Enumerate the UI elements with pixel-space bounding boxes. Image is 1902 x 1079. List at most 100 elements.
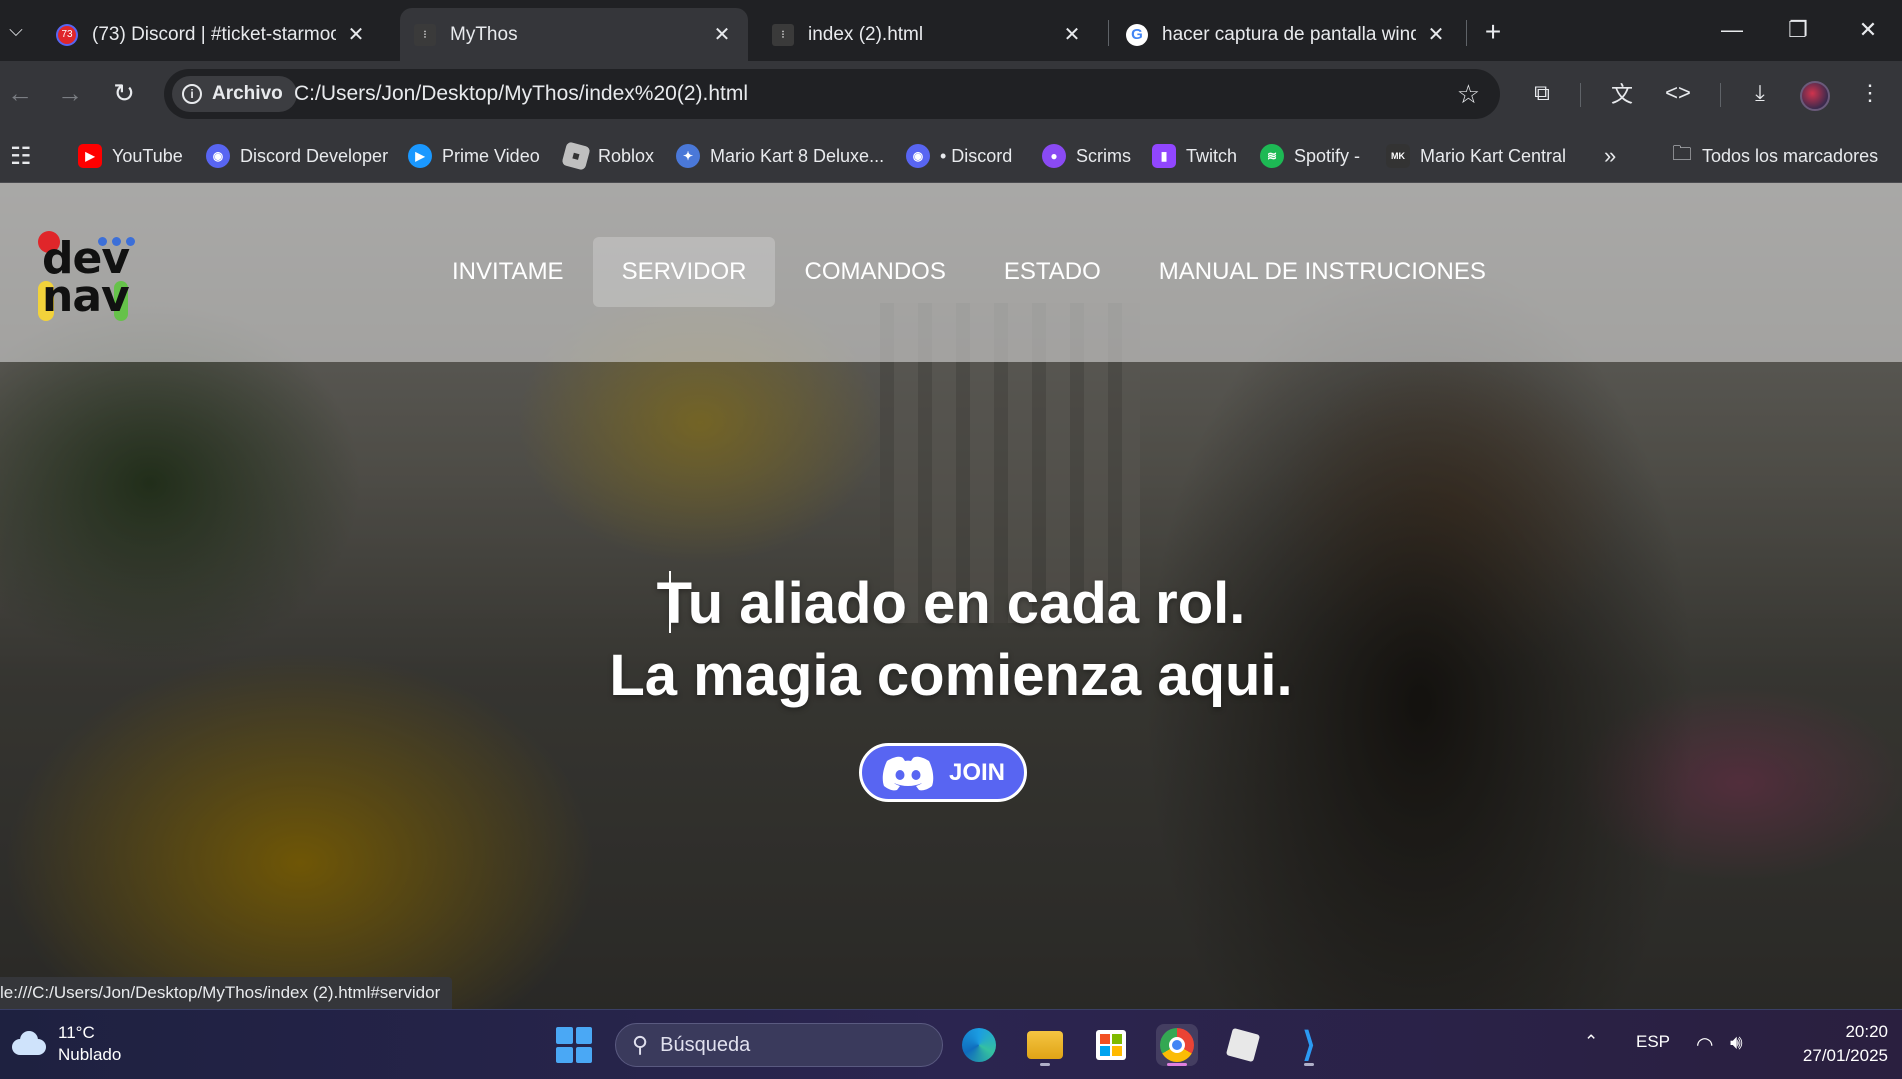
tab-index-html[interactable]: ⁝ index (2).html ✕ <box>758 8 1098 61</box>
more-bookmarks-chevron-icon[interactable]: » <box>1604 141 1616 171</box>
forward-icon[interactable]: → <box>50 73 90 113</box>
bookmark-scrims[interactable]: ● Scrims <box>1042 141 1131 171</box>
bookmark-label: Roblox <box>598 145 655 166</box>
tab-strip: ⌵ 73 (73) Discord | #ticket-starmooon ✕ … <box>0 0 1902 61</box>
discord-icon: ◉ <box>906 144 930 168</box>
link-status-bar: le:///C:/Users/Jon/Desktop/MyThos/index … <box>0 977 453 1009</box>
clock-date: 27/01/2025 <box>1802 1046 1888 1065</box>
windows-taskbar: 11°C Nublado ⚲ Búsqueda ⟩ ⌃ ESP ◠ 🔊︎ 20:… <box>0 1009 1902 1079</box>
bookmark-label: Spotify - <box>1294 145 1361 166</box>
bookmark-label: • Discord <box>940 145 1013 166</box>
nav-estado[interactable]: ESTADO <box>975 237 1130 307</box>
vscode-icon[interactable]: ⟩ <box>1288 1024 1330 1066</box>
mario-kart-icon: ✦ <box>676 144 700 168</box>
close-icon[interactable]: ✕ <box>344 22 368 47</box>
tab-separator <box>1108 20 1109 46</box>
bookmark-label: Twitch <box>1186 145 1238 166</box>
windows-start-icon[interactable] <box>556 1027 592 1063</box>
bookmark-discord-developer[interactable]: ◉ Discord Developer <box>206 141 388 171</box>
bookmark-youtube[interactable]: ▶ YouTube <box>78 141 183 171</box>
code-icon[interactable]: <> <box>1660 75 1696 111</box>
roblox-studio-icon[interactable] <box>1222 1024 1264 1066</box>
browser-toolbar: ← → ↻ i Archivo C:/Users/Jon/Desktop/MyT… <box>0 61 1902 129</box>
clock-time: 20:20 <box>1845 1022 1888 1041</box>
menu-icon[interactable]: ⋮ <box>1852 75 1888 111</box>
bookmark-mario-kart-8[interactable]: ✦ Mario Kart 8 Deluxe... <box>676 141 884 171</box>
page-icon: ⁝ <box>772 23 794 46</box>
bookmark-label: Todos los marcadores <box>1702 145 1879 166</box>
translate-icon[interactable]: 文 <box>1604 75 1640 111</box>
nav-invitame[interactable]: INVITAME <box>423 237 593 307</box>
window-close-icon[interactable]: ✕ <box>1838 10 1898 50</box>
weather-condition: Nublado <box>58 1045 122 1064</box>
weather-widget[interactable]: 11°C Nublado <box>8 1022 121 1066</box>
address-bar[interactable]: i Archivo C:/Users/Jon/Desktop/MyThos/in… <box>164 69 1500 119</box>
join-discord-button[interactable]: JOIN <box>859 743 1027 802</box>
site-info-chip[interactable]: i Archivo <box>172 76 297 112</box>
discord-icon: 73 <box>56 23 78 46</box>
nav-comandos[interactable]: COMANDOS <box>775 237 974 307</box>
main-nav: INVITAME SERVIDOR COMANDOS ESTADO MANUAL… <box>423 237 1515 307</box>
bookmark-mario-kart-central[interactable]: MK Mario Kart Central <box>1386 141 1566 171</box>
bookmark-star-icon[interactable]: ☆ <box>1457 79 1480 110</box>
tab-google[interactable]: G hacer captura de pantalla windows ✕ <box>1112 8 1462 61</box>
tab-discord[interactable]: 73 (73) Discord | #ticket-starmooon ✕ <box>42 8 382 61</box>
language-indicator[interactable]: ESP <box>1636 1032 1670 1052</box>
taskbar-search[interactable]: ⚲ Búsqueda <box>615 1023 943 1067</box>
nav-servidor[interactable]: SERVIDOR <box>592 237 776 307</box>
spotify-icon: ≋ <box>1260 144 1284 168</box>
search-icon: ⚲ <box>632 1032 649 1057</box>
bookmark-label: Scrims <box>1076 145 1131 166</box>
chip-label: Archivo <box>212 83 283 104</box>
bookmark-label: Mario Kart 8 Deluxe... <box>710 145 885 166</box>
download-icon[interactable]: ⤓ <box>1742 75 1778 111</box>
bookmark-label: Mario Kart Central <box>1420 145 1567 166</box>
logo-text: nav <box>42 271 130 322</box>
close-icon[interactable]: ✕ <box>1060 22 1084 47</box>
bookmarks-bar: ☷ ▶ YouTube ◉ Discord Developer ▶ Prime … <box>0 129 1902 183</box>
bookmark-prime-video[interactable]: ▶ Prime Video <box>408 141 540 171</box>
close-icon[interactable]: ✕ <box>1424 22 1448 47</box>
edge-icon[interactable] <box>958 1024 1000 1066</box>
chrome-icon[interactable] <box>1156 1024 1198 1066</box>
profile-avatar[interactable] <box>1800 81 1830 111</box>
prime-video-icon: ▶ <box>408 144 432 168</box>
tab-search-chevron-icon[interactable]: ⌵ <box>0 10 32 50</box>
apps-grid-icon[interactable]: ☷ <box>10 141 32 171</box>
weather-temp: 11°C <box>58 1023 95 1042</box>
site-logo[interactable]: dev nav <box>34 227 135 322</box>
bookmark-discord[interactable]: ◉ • Discord <box>906 141 1012 171</box>
site-header: dev nav INVITAME SERVIDOR COMANDOS ESTAD… <box>0 183 1902 362</box>
nav-manual[interactable]: MANUAL DE INSTRUCIONES <box>1130 237 1515 307</box>
new-tab-button[interactable]: + <box>1475 14 1511 50</box>
taskbar-clock[interactable]: 20:20 27/01/2025 <box>1803 1020 1888 1068</box>
twitch-icon: ▮ <box>1152 144 1176 168</box>
cloud-icon <box>8 1031 48 1057</box>
url-text[interactable]: C:/Users/Jon/Desktop/MyThos/index%20(2).… <box>294 82 748 106</box>
back-icon[interactable]: ← <box>0 73 40 113</box>
volume-icon[interactable]: 🔊︎ <box>1730 1032 1743 1055</box>
reload-icon[interactable]: ↻ <box>104 73 144 113</box>
join-label: JOIN <box>948 758 1005 786</box>
wifi-icon[interactable]: ◠ <box>1696 1032 1713 1057</box>
all-bookmarks-folder[interactable]: 🗀 Todos los marcadores <box>1672 141 1878 171</box>
tab-title: (73) Discord | #ticket-starmooon <box>92 23 336 45</box>
bookmark-label: Discord Developer <box>240 145 389 166</box>
bookmark-twitch[interactable]: ▮ Twitch <box>1152 141 1237 171</box>
youtube-icon: ▶ <box>78 144 102 168</box>
toolbar-separator <box>1720 83 1721 107</box>
restore-icon[interactable]: ❐ <box>1768 10 1828 50</box>
hero-heading: Tu aliado en cada rol. La magia comienza… <box>0 568 1902 712</box>
file-explorer-icon[interactable] <box>1024 1024 1066 1066</box>
tab-mythos[interactable]: ⁝ MyThos ✕ <box>400 8 748 61</box>
microsoft-store-icon[interactable] <box>1090 1024 1132 1066</box>
bookmark-spotify[interactable]: ≋ Spotify - <box>1260 141 1360 171</box>
screen: ⌵ 73 (73) Discord | #ticket-starmooon ✕ … <box>0 0 1902 1079</box>
tray-chevron-icon[interactable]: ⌃ <box>1584 1032 1598 1052</box>
minimize-icon[interactable]: — <box>1702 10 1762 50</box>
roblox-icon: ■ <box>561 141 591 171</box>
bookmark-roblox[interactable]: ■ Roblox <box>561 141 655 171</box>
close-icon[interactable]: ✕ <box>710 22 734 47</box>
extensions-icon[interactable]: ⧉ <box>1524 75 1560 111</box>
google-icon: G <box>1126 23 1148 46</box>
